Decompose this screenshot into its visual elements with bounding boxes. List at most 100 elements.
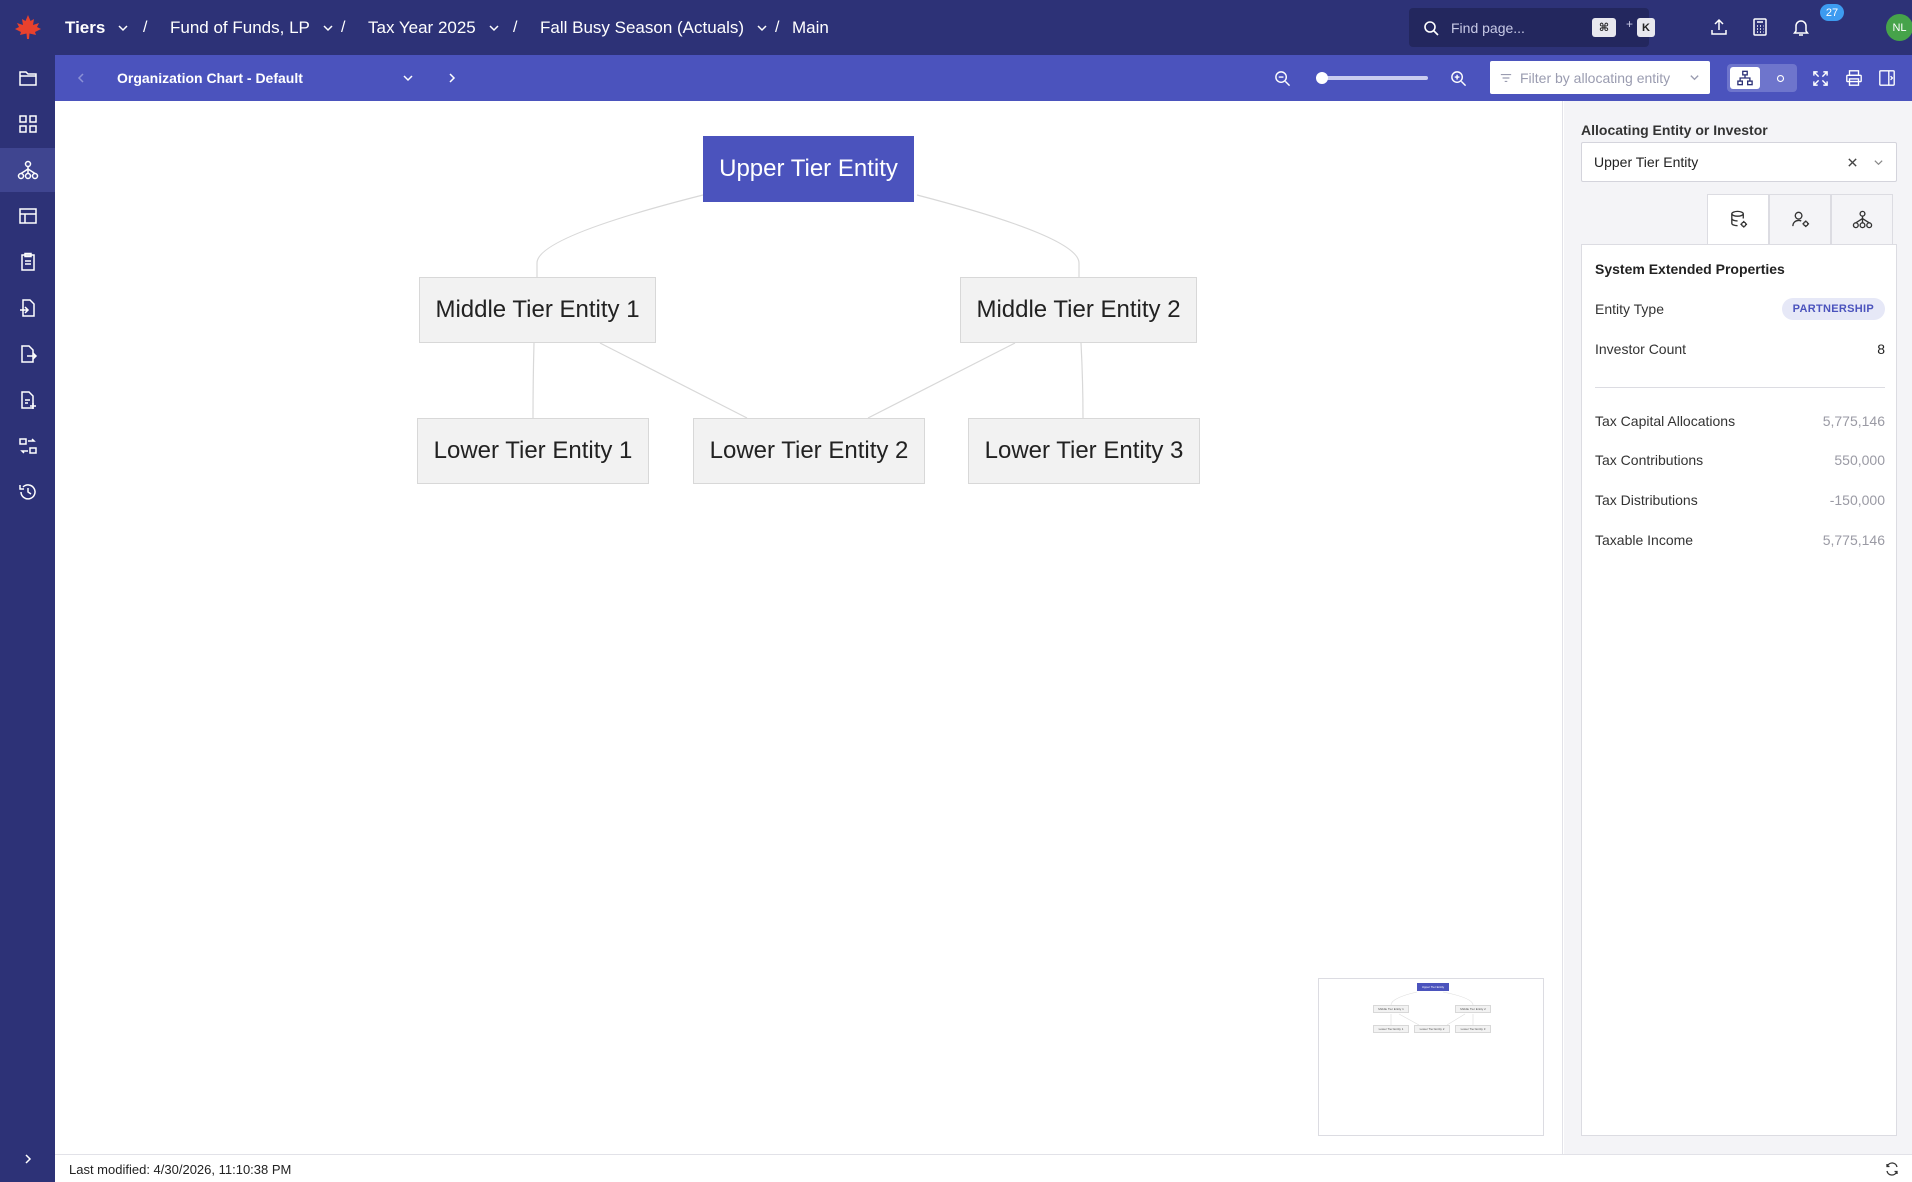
financial-row: Taxable Income 5,775,146 [1595, 530, 1885, 550]
left-navigation [0, 0, 55, 1182]
upload-icon [1711, 18, 1727, 35]
chevron-down-icon [489, 24, 499, 31]
nav-clipboard[interactable] [0, 240, 55, 284]
breadcrumb-season-label: Fall Busy Season (Actuals) [540, 17, 745, 37]
entity-type-label: Entity Type [1595, 301, 1665, 317]
chevron-down-icon [403, 75, 413, 82]
tab-system-properties[interactable] [1707, 194, 1769, 244]
nav-history[interactable] [0, 470, 55, 514]
breadcrumb-season[interactable]: Fall Busy Season (Actuals) [540, 0, 768, 55]
org-node-middle-tier-1[interactable]: Middle Tier Entity 1 [419, 277, 656, 343]
user-avatar[interactable]: NL [1886, 14, 1912, 41]
fullscreen-button[interactable] [1808, 66, 1832, 90]
nav-dashboard[interactable] [0, 102, 55, 146]
table-icon [18, 208, 37, 224]
nav-workflow[interactable] [0, 424, 55, 468]
workflow-icon [18, 438, 37, 454]
financial-row: Tax Capital Allocations 5,775,146 [1595, 411, 1885, 431]
app-switcher[interactable]: Tiers [65, 0, 129, 55]
zoom-in-button[interactable] [1446, 66, 1470, 90]
notification-count-badge: 27 [1820, 4, 1844, 21]
org-node-lower-tier-2[interactable]: Lower Tier Entity 2 [693, 418, 925, 484]
chart-select-dropdown[interactable] [396, 66, 420, 90]
org-node-middle-tier-2[interactable]: Middle Tier Entity 2 [960, 277, 1197, 343]
zoom-out-button[interactable] [1270, 66, 1294, 90]
toggle-panel-button[interactable] [1875, 66, 1899, 90]
investor-count-row: Investor Count 8 [1595, 339, 1885, 359]
minimap-node-middle-2: Middle Tier Entity 2 [1455, 1005, 1491, 1013]
chart-title: Organization Chart - Default [117, 70, 303, 86]
print-button[interactable] [1842, 66, 1866, 90]
history-icon [18, 484, 36, 500]
org-node-lower-tier-1[interactable]: Lower Tier Entity 1 [417, 418, 649, 484]
upload-button[interactable] [1706, 14, 1732, 40]
entity-type-row: Entity Type PARTNERSHIP [1595, 298, 1885, 320]
chart-toolbar: Organization Chart - Default Filter by a… [55, 55, 1912, 101]
investor-count-label: Investor Count [1595, 341, 1687, 357]
zoom-slider-handle[interactable] [1316, 72, 1328, 84]
nav-export[interactable] [0, 332, 55, 376]
financial-row: Tax Contributions 550,000 [1595, 450, 1885, 470]
entity-selector-value: Upper Tier Entity [1594, 154, 1699, 170]
financial-value: 5,775,146 [1822, 413, 1885, 429]
minimap-node-root: Upper Tier Entity [1417, 983, 1449, 991]
section-divider [1595, 387, 1885, 388]
zoom-slider[interactable] [1320, 76, 1428, 80]
chevron-left-icon [77, 73, 84, 83]
hierarchy-view-button[interactable] [1730, 67, 1760, 89]
grid-icon [18, 115, 37, 133]
file-import-icon [19, 299, 35, 317]
link-middle-2-to-lower-2 [867, 342, 1016, 419]
database-settings-icon [1730, 210, 1747, 228]
breadcrumb-fund-label: Fund of Funds, LP [170, 17, 310, 37]
clear-selection-button[interactable] [1844, 154, 1860, 170]
zoom-in-icon [1450, 70, 1466, 86]
nav-org-chart[interactable] [0, 148, 55, 192]
maple-leaf-logo-icon[interactable] [14, 14, 42, 40]
tab-hierarchy[interactable] [1831, 194, 1893, 244]
chart-minimap[interactable]: Upper Tier Entity Middle Tier Entity 1 M… [1318, 978, 1544, 1136]
close-icon [1847, 157, 1857, 167]
search-input[interactable]: Find page... ⌘ + K [1409, 8, 1655, 47]
financial-value: -150,000 [1829, 492, 1885, 508]
expand-nav-button[interactable] [0, 1144, 55, 1174]
refresh-icon[interactable] [1884, 1161, 1900, 1177]
breadcrumb-separator: / [513, 18, 518, 36]
org-node-lower-tier-3[interactable]: Lower Tier Entity 3 [968, 418, 1200, 484]
previous-chart-button[interactable] [69, 66, 93, 90]
clipboard-icon [20, 252, 35, 271]
link-root-to-middle-2 [916, 194, 1080, 278]
calculator-button[interactable] [1747, 14, 1773, 40]
link-middle-2-to-lower-3 [1080, 342, 1084, 419]
minimap-node-lower-3: Lower Tier Entity 3 [1455, 1025, 1491, 1033]
org-node-upper-tier[interactable]: Upper Tier Entity [703, 136, 914, 202]
breadcrumb-separator: / [143, 18, 148, 36]
file-add-icon [20, 391, 36, 409]
nav-import[interactable] [0, 286, 55, 330]
nav-reports[interactable] [0, 378, 55, 422]
breadcrumb-tax-year-label: Tax Year 2025 [368, 17, 476, 37]
org-chart-canvas[interactable]: Upper Tier Entity Middle Tier Entity 1 M… [55, 101, 1563, 1154]
tab-user-properties[interactable] [1769, 194, 1831, 244]
breadcrumb-separator: / [775, 18, 780, 36]
breadcrumb-tax-year[interactable]: Tax Year 2025 [368, 0, 500, 55]
app-name: Tiers [65, 17, 106, 37]
sidebar-panel-icon [1879, 70, 1895, 86]
entity-selector[interactable]: Upper Tier Entity [1581, 142, 1897, 182]
hierarchy-icon [17, 160, 38, 180]
nav-tables[interactable] [0, 194, 55, 238]
expand-icon [1812, 70, 1828, 86]
breadcrumb-fund[interactable]: Fund of Funds, LP [170, 0, 334, 55]
chevron-right-icon [449, 73, 456, 83]
financial-label: Tax Capital Allocations [1595, 413, 1736, 429]
nav-documents[interactable] [0, 56, 55, 100]
next-chart-button[interactable] [440, 66, 464, 90]
calculator-icon [1753, 18, 1767, 36]
printer-icon [1846, 70, 1862, 86]
node-view-button[interactable] [1766, 67, 1794, 89]
chevron-down-icon [1873, 159, 1883, 165]
breadcrumb-main[interactable]: Main [792, 0, 829, 55]
entity-selector-dropdown[interactable] [1870, 154, 1886, 170]
allocating-entity-filter[interactable]: Filter by allocating entity [1490, 61, 1710, 94]
notifications-button[interactable] [1788, 14, 1814, 40]
